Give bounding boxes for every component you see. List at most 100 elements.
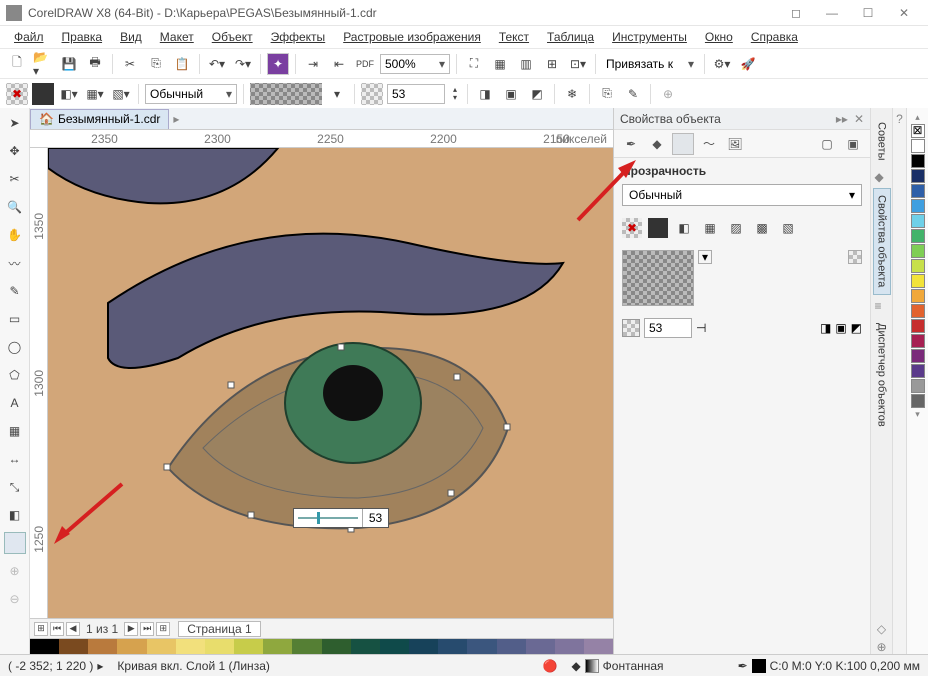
import-icon[interactable]: ⇥ <box>302 53 324 75</box>
print-icon[interactable]: 🖶 <box>84 53 106 75</box>
guides-icon[interactable]: ⊞ <box>541 53 563 75</box>
palette-swatch[interactable] <box>555 639 584 654</box>
outline-tab-icon[interactable]: ✒ <box>620 133 642 155</box>
docker-collapse-icon[interactable]: ▸▸ <box>836 112 848 126</box>
freehand-tool-icon[interactable]: 〰 <box>4 252 26 274</box>
side-tab-icon[interactable]: ◆ <box>875 170 889 184</box>
menu-tools[interactable]: Инструменты <box>606 28 693 46</box>
color-swatch[interactable] <box>911 349 925 363</box>
merge-mode-combo[interactable]: Обычный▾ <box>145 84 237 104</box>
add-page-icon[interactable]: ⊞ <box>34 622 48 636</box>
docker-close-icon[interactable]: ✕ <box>854 112 864 126</box>
canvas[interactable]: 53 <box>48 148 613 618</box>
page-tab[interactable]: Страница 1 <box>178 621 260 637</box>
document-tab[interactable]: 🏠 Безымянный-1.cdr <box>30 109 169 129</box>
apply-all-icon[interactable]: ◩ <box>526 83 548 105</box>
palette-swatch[interactable] <box>497 639 526 654</box>
snap-icon[interactable]: ⊡▾ <box>567 53 589 75</box>
menu-text[interactable]: Текст <box>493 28 535 46</box>
target-outline-icon[interactable]: ▣ <box>835 321 846 335</box>
zoom-tool-icon[interactable]: 🔍 <box>4 196 26 218</box>
docker-opacity-input[interactable] <box>644 318 692 338</box>
copy-icon[interactable]: ⎘ <box>145 53 167 75</box>
no-color-swatch[interactable]: ⊠ <box>911 124 925 138</box>
open-icon[interactable]: 📂▾ <box>32 53 54 75</box>
color-swatch[interactable] <box>911 169 925 183</box>
edit-transparency-icon[interactable]: ✎ <box>622 83 644 105</box>
target-fill-icon[interactable]: ◨ <box>820 321 831 335</box>
color-swatch[interactable] <box>911 214 925 228</box>
view-mode-1-icon[interactable]: ▢ <box>816 133 838 155</box>
palette-up-icon[interactable]: ▴ <box>915 112 920 123</box>
pdf-icon[interactable]: PDF <box>354 53 376 75</box>
apply-outline-icon[interactable]: ▣ <box>500 83 522 105</box>
pattern2-icon[interactable]: ▨ <box>726 218 746 238</box>
color-swatch[interactable] <box>911 364 925 378</box>
palette-swatch[interactable] <box>322 639 351 654</box>
next-page-button[interactable]: ▶ <box>124 622 138 636</box>
scroll-tabs-icon[interactable]: ▸ <box>173 112 179 126</box>
menu-help[interactable]: Справка <box>745 28 804 46</box>
pattern3-icon[interactable]: ▩ <box>752 218 772 238</box>
palette-swatch[interactable] <box>438 639 467 654</box>
merge-mode-select[interactable]: Обычный▾ <box>622 184 862 206</box>
save-icon[interactable]: 💾 <box>58 53 80 75</box>
connector-tool-icon[interactable]: ⤡ <box>4 476 26 498</box>
fullscreen-icon[interactable]: ⛶ <box>463 53 485 75</box>
uniform-transparency-icon[interactable] <box>32 83 54 105</box>
no-transparency-icon[interactable]: ✖ <box>6 83 28 105</box>
opacity-input[interactable] <box>387 84 445 104</box>
color-swatch[interactable] <box>911 394 925 408</box>
palette-swatch[interactable] <box>205 639 234 654</box>
undo-icon[interactable]: ↶▾ <box>206 53 228 75</box>
artistic-media-icon[interactable]: ✎ <box>4 280 26 302</box>
zoom-combo[interactable]: 500%▾ <box>380 54 450 74</box>
opacity-stepper-icon[interactable]: ▴▾ <box>449 83 461 105</box>
shape-tool-icon[interactable]: ✥ <box>4 140 26 162</box>
color-swatch[interactable] <box>911 244 925 258</box>
menu-window[interactable]: Окно <box>699 28 739 46</box>
rulers-icon[interactable]: ▦ <box>489 53 511 75</box>
palette-swatch[interactable] <box>467 639 496 654</box>
color-swatch[interactable] <box>911 304 925 318</box>
menu-view[interactable]: Вид <box>114 28 148 46</box>
pick-tool-icon[interactable]: ➤ <box>4 112 26 134</box>
side-tab-object-manager[interactable]: Диспетчер объектов <box>874 317 890 433</box>
first-page-button[interactable]: ⏮ <box>50 622 64 636</box>
menu-layout[interactable]: Макет <box>154 28 200 46</box>
apply-fill-icon[interactable]: ◨ <box>474 83 496 105</box>
paste-icon[interactable]: 📋 <box>171 53 193 75</box>
side-tab-object-props[interactable]: Свойства объекта <box>873 188 891 294</box>
rectangle-tool-icon[interactable]: ▭ <box>4 308 26 330</box>
add-page-after-icon[interactable]: ⊞ <box>156 622 170 636</box>
last-page-button[interactable]: ⏭ <box>140 622 154 636</box>
palette-swatch[interactable] <box>88 639 117 654</box>
palette-swatch[interactable] <box>351 639 380 654</box>
side-expand-icon[interactable]: ◇ <box>877 622 886 636</box>
cut-icon[interactable]: ✂ <box>119 53 141 75</box>
palette-swatch[interactable] <box>263 639 292 654</box>
palette-swatch[interactable] <box>59 639 88 654</box>
snap-to-combo[interactable]: Привязать к▾ <box>602 54 698 74</box>
preview-arrow-icon[interactable]: ▾ <box>698 250 712 264</box>
color-swatch[interactable] <box>911 334 925 348</box>
menu-effects[interactable]: Эффекты <box>265 28 332 46</box>
freeze-icon[interactable]: ❄ <box>561 83 583 105</box>
options-icon[interactable]: ⚙▾ <box>711 53 733 75</box>
new-icon[interactable]: 🗋 <box>6 53 28 75</box>
opacity-slider-icon[interactable]: ⊣ <box>696 321 706 335</box>
color-swatch[interactable] <box>911 289 925 303</box>
palette-swatch[interactable] <box>30 639 59 654</box>
menu-edit[interactable]: Правка <box>56 28 109 46</box>
side-tab-icon2[interactable]: ≡ <box>875 299 889 313</box>
document-palette[interactable] <box>30 638 613 654</box>
transparency-picker-arrow-icon[interactable]: ▾ <box>326 83 348 105</box>
ellipse-tool-icon[interactable]: ◯ <box>4 336 26 358</box>
palette-swatch[interactable] <box>147 639 176 654</box>
eyedropper-tool-icon[interactable]: ⊕ <box>4 560 26 582</box>
color-palette-vertical[interactable]: ▴ ⊠ ▾ <box>906 108 928 654</box>
menu-file[interactable]: Файл <box>8 28 50 46</box>
curve-tab-icon[interactable]: 〜 <box>698 133 720 155</box>
launch-icon[interactable]: 🚀 <box>737 53 759 75</box>
color-swatch[interactable] <box>911 274 925 288</box>
